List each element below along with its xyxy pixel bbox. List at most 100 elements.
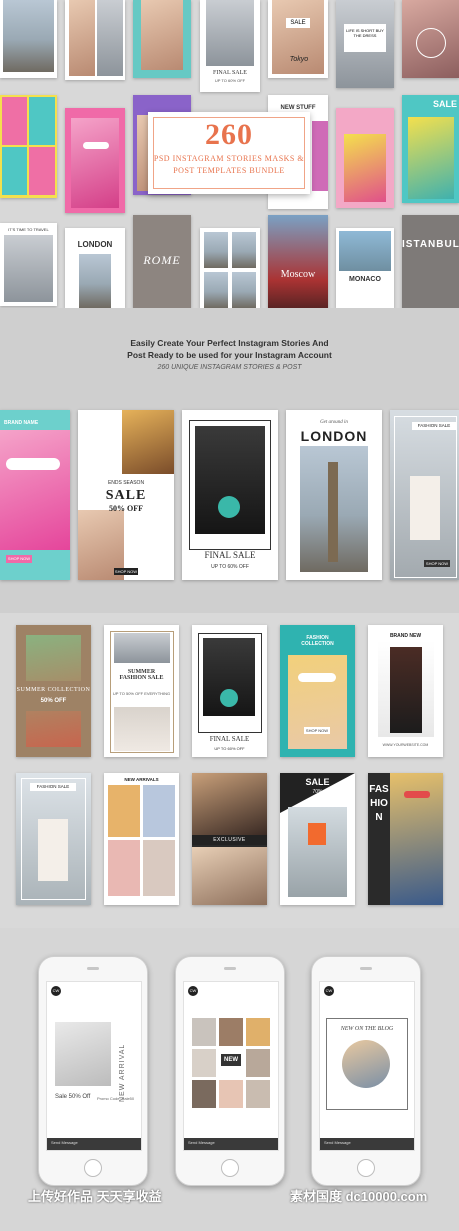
shop-now-button[interactable]: SHOP NOW bbox=[114, 568, 138, 575]
monaco-text: MONACO bbox=[349, 276, 381, 283]
final-sale-text: FINAL SALE bbox=[209, 735, 250, 743]
sunglasses bbox=[298, 673, 336, 682]
send-message[interactable]: Send Message bbox=[188, 1140, 215, 1145]
percent-text: 50% OFF bbox=[109, 504, 143, 513]
new-arrival-text: NEW ARRIVAL bbox=[119, 1043, 126, 1102]
fifty-off-text: 50% OFF bbox=[40, 698, 67, 704]
template-card: BRAND NEW WWW.YOURWEBSITE.COM bbox=[368, 625, 443, 757]
template-thumb: MONACO bbox=[336, 228, 394, 308]
up-to-text: UP TO 50% OFF EVERYTHING bbox=[112, 691, 171, 696]
template-thumb: SALE Tokyo bbox=[268, 0, 328, 78]
template-thumb: FINAL SALE UP TO 60% OFF bbox=[200, 0, 260, 92]
template-card: FASHION SALE bbox=[16, 773, 91, 905]
avatar: CW bbox=[188, 986, 198, 996]
send-message[interactable]: Send Message bbox=[51, 1140, 78, 1145]
bundle-count: 260 bbox=[205, 118, 253, 151]
sunglasses bbox=[83, 142, 109, 149]
template-thumb: ROME bbox=[133, 215, 191, 308]
necklace bbox=[218, 496, 240, 518]
final-sale-sub: UP TO 60% OFF bbox=[214, 78, 246, 83]
phone-mockup: CW NEW ARRIVAL Sale 50% Off Promo Code: … bbox=[38, 956, 148, 1186]
template-thumb: IT'S TIME TO TRAVEL bbox=[0, 223, 57, 306]
new-arrivals-text: NEW ARRIVALS bbox=[124, 777, 159, 782]
template-card: SUMMER COLLECTION 50% OFF bbox=[16, 625, 91, 757]
tagline-line2: Post Ready to be used for your Instagram… bbox=[127, 350, 332, 360]
orange-top bbox=[308, 823, 326, 845]
sunglasses bbox=[6, 458, 60, 470]
story-card: BRAND NAME SHOP NOW bbox=[0, 410, 70, 580]
template-card: FASHION COLLECTION SHOP NOW bbox=[280, 625, 355, 757]
final-sale-sub: UP TO 60% OFF bbox=[211, 564, 249, 570]
tokyo-label: Tokyo bbox=[289, 56, 309, 63]
phone-mockup: CW NEW ON THE BLOG Send Message bbox=[311, 956, 421, 1186]
avatar: CW bbox=[324, 986, 334, 996]
template-thumb bbox=[402, 0, 459, 78]
bundle-line1: PSD INSTAGRAM STORIES MASKS & bbox=[153, 154, 305, 163]
new-on-blog-text: NEW ON THE BLOG bbox=[340, 1026, 394, 1032]
sale-text: SALE bbox=[105, 488, 147, 503]
story-card: Get around in LONDON bbox=[286, 410, 382, 580]
travel-text: IT'S TIME TO TRAVEL bbox=[8, 227, 49, 232]
shop-now-button[interactable]: SHOP NOW bbox=[424, 560, 450, 567]
template-thumb bbox=[133, 0, 191, 78]
home-button[interactable] bbox=[357, 1159, 375, 1177]
template-card: FINAL SALE UP TO 60% OFF bbox=[192, 625, 267, 757]
summer-band bbox=[16, 681, 91, 711]
fashion-collection-text: FASHION COLLECTION bbox=[301, 635, 334, 647]
get-around-text: Get around in bbox=[320, 420, 348, 425]
brand-new-text: BRAND NEW bbox=[389, 633, 422, 639]
home-button[interactable] bbox=[221, 1159, 239, 1177]
rome-text: ROME bbox=[143, 253, 181, 267]
moscow-text: Moscow bbox=[280, 269, 316, 280]
send-message[interactable]: Send Message bbox=[324, 1140, 351, 1145]
brand-name-text: BRAND NAME bbox=[4, 420, 39, 426]
template-card: FASHION bbox=[368, 773, 443, 905]
final-sale-text: FINAL SALE bbox=[204, 550, 256, 560]
template-thumb: Moscow bbox=[268, 215, 328, 308]
fashion-sale-text: FASHION SALE bbox=[412, 422, 456, 430]
template-card: EXCLUSIVE bbox=[192, 773, 267, 905]
template-card: SUMMER FASHION SALE UP TO 50% OFF EVERYT… bbox=[104, 625, 179, 757]
sale-caption: Sale 50% Off bbox=[55, 1094, 91, 1100]
story-card: FASHION SALE SHOP NOW bbox=[390, 410, 459, 580]
shop-now-button[interactable]: SHOP NOW bbox=[304, 727, 330, 734]
home-button[interactable] bbox=[84, 1159, 102, 1177]
promo-code: Promo Code: Sale50 bbox=[97, 1096, 135, 1101]
summer-collection-text: SUMMER COLLECTION bbox=[16, 687, 91, 693]
tagline-band: Easily Create Your Perfect Instagram Sto… bbox=[0, 308, 459, 613]
shop-now-button[interactable]: SHOP NOW bbox=[6, 555, 32, 563]
new-stuff-text: NEW STUFF bbox=[280, 105, 316, 111]
final-sale-text: FINAL SALE bbox=[213, 70, 247, 76]
template-card: NEW ARRIVALS bbox=[104, 773, 179, 905]
avatar: CW bbox=[51, 986, 61, 996]
top-collage: FINAL SALE UP TO 60% OFF SALE Tokyo LIFE… bbox=[0, 0, 459, 308]
website-text: WWW.YOURWEBSITE.COM bbox=[382, 743, 429, 747]
summer-fashion-text: SUMMER FASHION SALE bbox=[119, 669, 164, 681]
sale-text: SALE bbox=[305, 777, 330, 787]
quote-box: LIFE IS SHORT BUY THE DRESS bbox=[344, 24, 386, 52]
template-thumb: LIFE IS SHORT BUY THE DRESS bbox=[336, 0, 394, 88]
template-card: SALE 70% bbox=[280, 773, 355, 905]
london-text: LONDON bbox=[77, 240, 113, 249]
template-thumb bbox=[200, 228, 260, 308]
watermark-right: 素材国度 dc10000.com bbox=[290, 1189, 428, 1204]
sunglasses bbox=[404, 791, 430, 798]
template-thumb: ISTANBUL bbox=[402, 215, 459, 308]
circle-frame bbox=[416, 28, 446, 58]
template-thumb: LONDON bbox=[65, 228, 125, 308]
template-thumb: SALE bbox=[402, 95, 459, 203]
exclusive-text: EXCLUSIVE bbox=[213, 837, 246, 843]
final-sale-sub: UP TO 60% OFF bbox=[214, 746, 245, 751]
blog-photo bbox=[342, 1040, 390, 1088]
sale-label: SALE bbox=[286, 18, 310, 28]
watermark-left: 上传好作品 天天享收益 bbox=[28, 1189, 162, 1204]
big-ben bbox=[328, 462, 338, 562]
story-card: FINAL SALE UP TO 60% OFF bbox=[182, 410, 278, 580]
template-grid: SUMMER COLLECTION 50% OFF SUMMER FASHION… bbox=[0, 613, 459, 928]
template-thumb bbox=[0, 0, 57, 78]
fashion-sale-text: FASHION SALE bbox=[30, 783, 76, 791]
tagline-line1: Easily Create Your Perfect Instagram Sto… bbox=[130, 338, 329, 348]
bundle-banner: 260 PSD INSTAGRAM STORIES MASKS & POST T… bbox=[148, 112, 310, 194]
london-text: LONDON bbox=[300, 428, 368, 444]
bundle-line2: POST TEMPLATES BUNDLE bbox=[173, 166, 285, 175]
